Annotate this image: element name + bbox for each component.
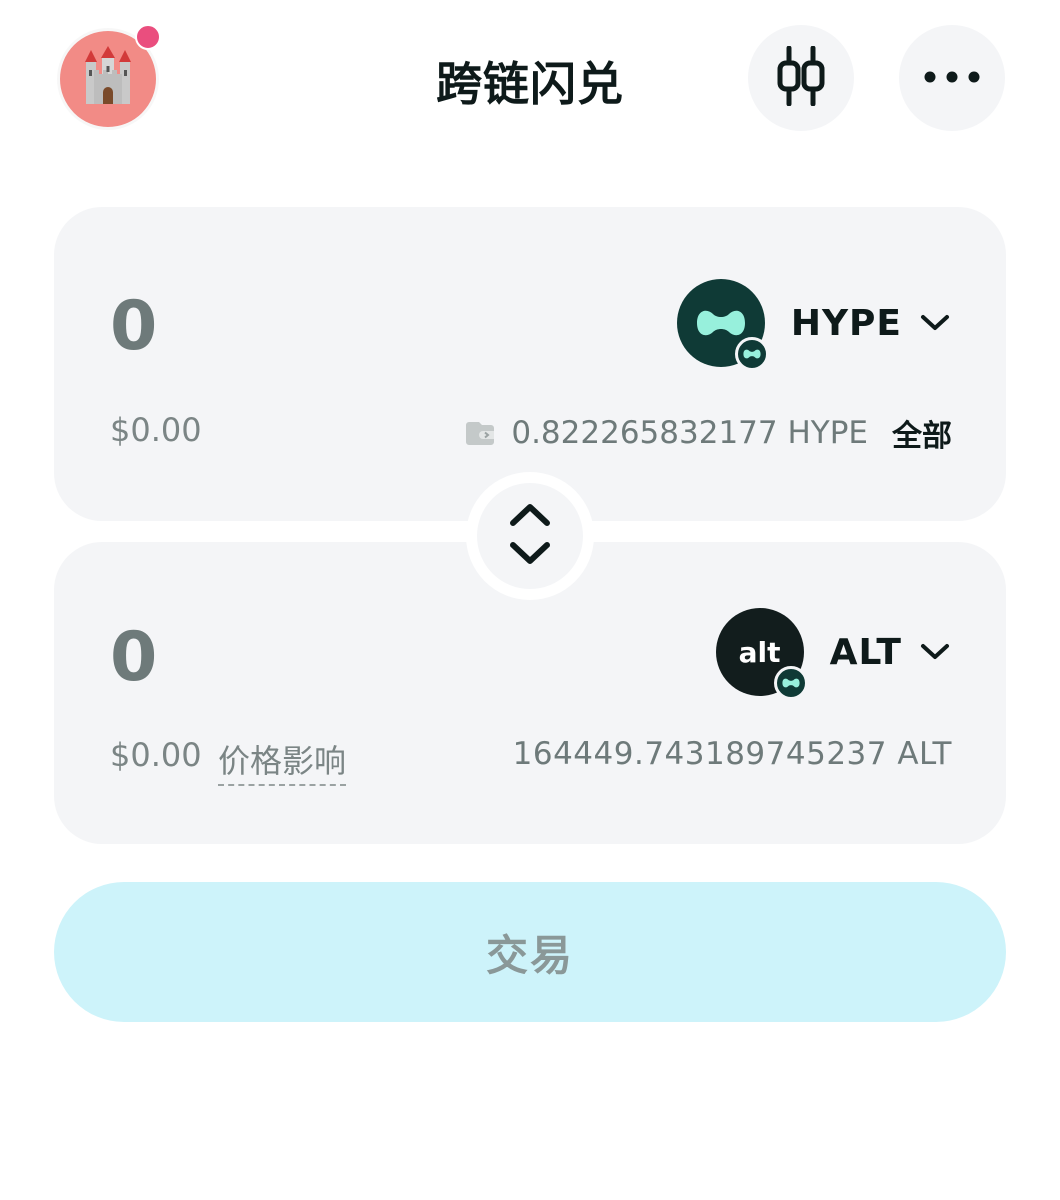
more-button[interactable] [899, 25, 1005, 131]
to-token-symbol: ALT [829, 631, 902, 673]
candlestick-chart-icon [775, 45, 827, 110]
switch-button-inner [477, 483, 583, 589]
to-token-selector[interactable]: alt ALT [715, 608, 950, 700]
alt-token-logo: alt [715, 608, 808, 700]
from-amount-input[interactable]: 0 [110, 287, 157, 366]
chart-button[interactable] [748, 25, 854, 131]
hyperliquid-chain-badge [773, 666, 808, 700]
from-usd-value: $0.00 [110, 411, 202, 449]
trade-button[interactable]: 交易 [54, 882, 1006, 1022]
price-impact-label[interactable]: 价格影响 [218, 736, 347, 786]
from-balance: 0.822265832177 HYPE [511, 415, 868, 451]
alt-logo-text: alt [738, 635, 781, 669]
hype-token-logo [676, 279, 769, 371]
chevron-down-icon [920, 314, 950, 332]
chevron-down-icon [920, 643, 950, 661]
from-token-symbol: HYPE [790, 302, 902, 344]
hyperliquid-chain-badge [734, 337, 769, 371]
to-usd-value: $0.00 [110, 736, 202, 774]
hype-logo-icon [696, 310, 745, 336]
notification-dot [135, 24, 161, 50]
hype-badge-icon [782, 678, 800, 688]
hype-badge-icon [743, 349, 761, 359]
to-amount: 0 [110, 618, 158, 697]
to-balance: 164449.743189745237 ALT [512, 736, 952, 772]
from-balance-row: 0.822265832177 HYPE 全部 [463, 411, 952, 455]
max-button[interactable]: 全部 [892, 411, 952, 455]
swap-arrows-icon [509, 501, 551, 571]
switch-tokens-button[interactable] [466, 472, 594, 600]
wallet-icon [463, 419, 497, 447]
more-dots-icon [923, 69, 981, 88]
from-token-selector[interactable]: HYPE [676, 279, 950, 371]
